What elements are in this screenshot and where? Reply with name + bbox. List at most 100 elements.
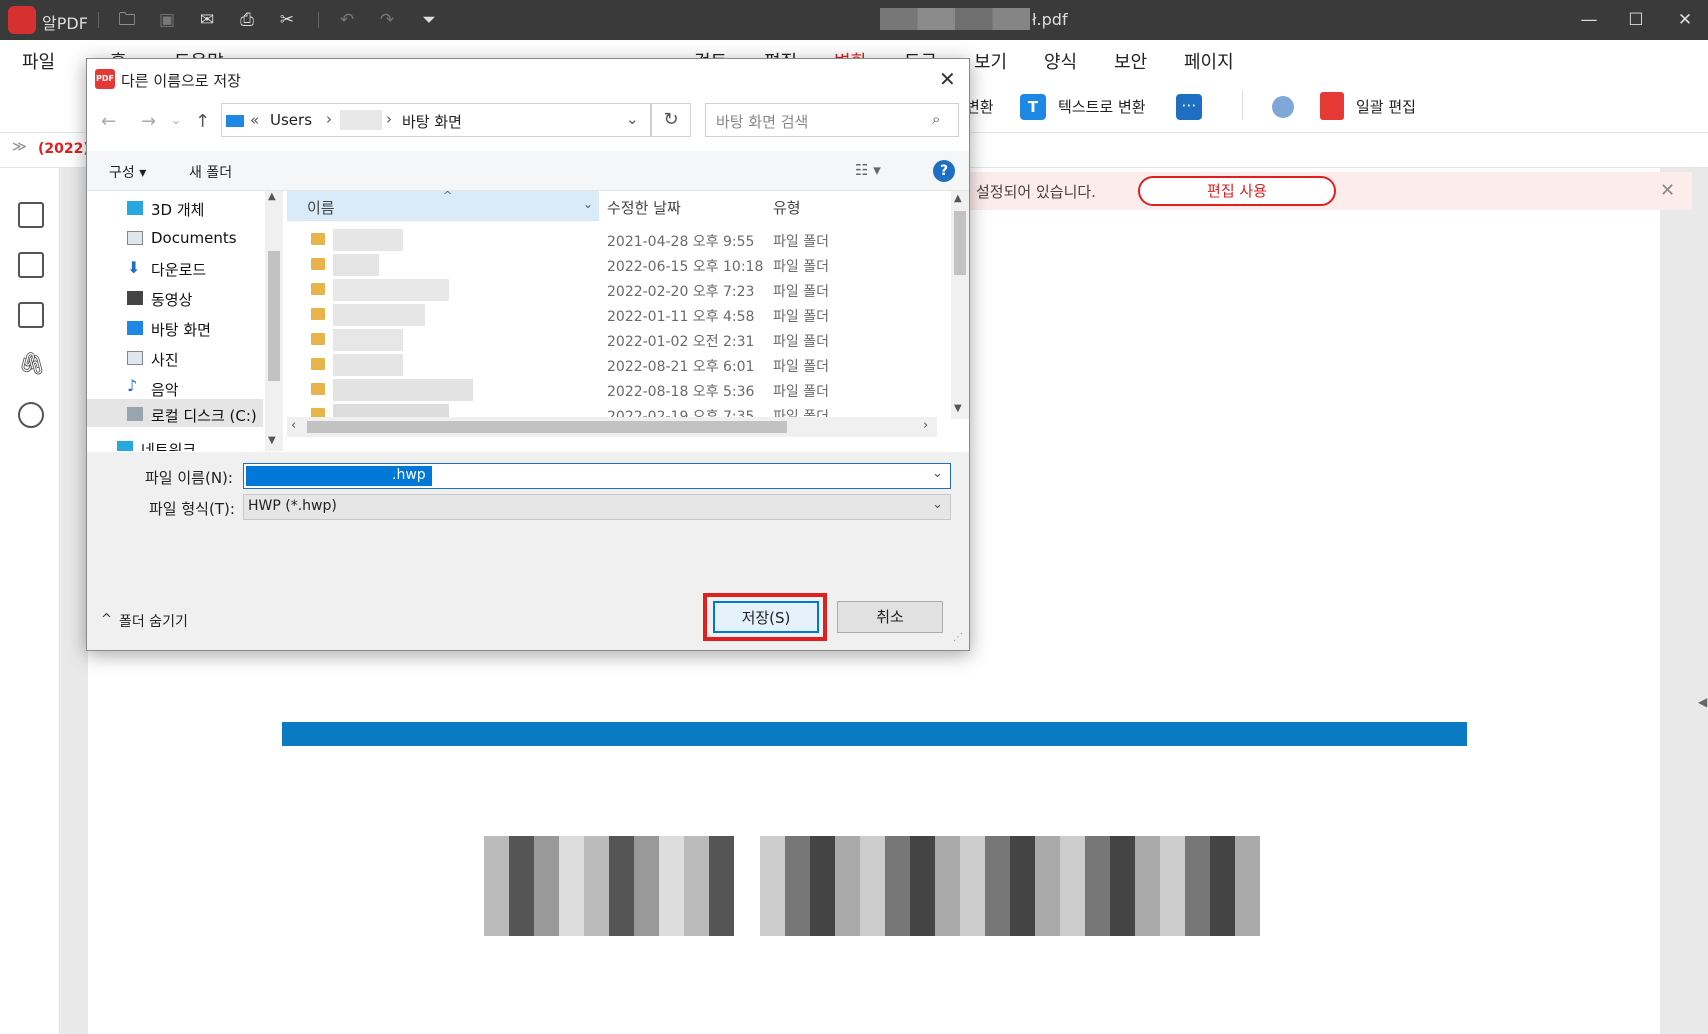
attachment-icon[interactable]: 🖇 — [18, 352, 46, 377]
column-filter-icon[interactable]: ⌄ — [583, 197, 593, 211]
forward-arrow-icon[interactable]: → — [141, 111, 156, 132]
folder-icon — [311, 333, 325, 345]
filetype-dropdown-icon[interactable]: ⌄ — [932, 497, 943, 512]
resize-grip-icon[interactable]: ⋰ — [953, 632, 963, 643]
print-icon[interactable]: ⎙ — [236, 9, 258, 31]
dialog-close-icon[interactable]: ✕ — [939, 67, 956, 91]
view-options-icon[interactable]: ☷ ▾ — [855, 161, 881, 179]
column-header-date[interactable]: 수정한 날짜 — [607, 197, 681, 218]
nav-scrollbar[interactable]: ▲ ▼ — [265, 191, 283, 451]
filename-dropdown-icon[interactable]: ⌄ — [932, 466, 943, 481]
settings-hex-icon[interactable] — [1272, 96, 1294, 118]
open-folder-icon[interactable]: 🗀 — [116, 9, 138, 31]
scroll-down-icon[interactable]: ▼ — [268, 435, 276, 446]
minimize-icon[interactable]: — — [1578, 9, 1600, 31]
file-row[interactable]: 2022-02-19 오후 7:35 파일 폴더 — [287, 402, 947, 418]
up-arrow-icon[interactable]: ↑ — [195, 111, 210, 132]
text-convert-icon[interactable]: T — [1020, 94, 1046, 120]
scroll-up-icon[interactable]: ▲ — [268, 191, 276, 202]
tree-item-pictures[interactable]: 사진 — [151, 349, 179, 370]
document-tab[interactable]: (2022) — [38, 141, 90, 157]
tree-item-network[interactable]: 네트워크 — [141, 439, 196, 451]
folder-icon — [311, 358, 325, 370]
undo-icon[interactable]: ↶ — [336, 9, 358, 31]
local-disk-icon — [127, 407, 143, 421]
file-row[interactable]: 2022-01-02 오전 2:31 파일 폴더 — [287, 327, 947, 354]
tree-item-desktop[interactable]: 바탕 화면 — [151, 319, 211, 340]
new-folder-button[interactable]: 새 폴더 — [189, 162, 232, 182]
menu-file[interactable]: 파일 — [22, 48, 55, 74]
menu-form[interactable]: 양식 — [1044, 48, 1077, 74]
text-convert-button[interactable]: 텍스트로 변환 — [1058, 96, 1146, 117]
breadcrumb-overflow[interactable]: « — [250, 111, 259, 129]
breadcrumb-desktop[interactable]: 바탕 화면 — [402, 111, 462, 132]
save-icon[interactable]: ▣ — [156, 9, 178, 31]
file-row[interactable]: 2022-02-20 오후 7:23 파일 폴더 — [287, 277, 947, 304]
file-date: 2022-01-11 오후 4:58 — [607, 309, 755, 325]
h-scroll-thumb[interactable] — [307, 421, 787, 433]
batch-edit-icon[interactable] — [1320, 92, 1344, 120]
tree-item-music[interactable]: 음악 — [151, 379, 179, 400]
list-scroll-down-icon[interactable]: ▼ — [954, 403, 962, 414]
cancel-button[interactable]: 취소 — [837, 601, 943, 633]
file-row[interactable]: 2022-06-15 오후 10:18 파일 폴더 — [287, 252, 947, 279]
scissors-icon[interactable]: ✂ — [276, 9, 298, 31]
tree-item-3d[interactable]: 3D 개체 — [151, 199, 204, 220]
menu-page[interactable]: 페이지 — [1184, 48, 1234, 74]
mail-icon[interactable]: ✉ — [196, 9, 218, 31]
tree-item-downloads[interactable]: 다운로드 — [151, 259, 206, 280]
redo-icon[interactable]: ↷ — [376, 9, 398, 31]
scroll-left-icon[interactable]: ‹ — [291, 418, 296, 433]
enable-edit-button[interactable]: 편집 사용 — [1138, 176, 1336, 206]
organize-button[interactable]: 구성 ▾ — [109, 162, 146, 182]
address-dropdown-icon[interactable]: ⌄ — [626, 110, 639, 128]
scroll-right-icon[interactable]: › — [923, 418, 928, 433]
help-icon[interactable]: ? — [933, 160, 955, 182]
search-field[interactable]: 바탕 화면 검색 ⌕ — [705, 103, 959, 137]
batch-edit-button[interactable]: 일괄 편집 — [1356, 96, 1416, 117]
tree-item-documents[interactable]: Documents — [151, 229, 237, 247]
menu-security[interactable]: 보안 — [1114, 48, 1147, 74]
filetype-select[interactable]: HWP (*.hwp) ⌄ — [243, 494, 951, 520]
bookmark-icon[interactable] — [18, 252, 44, 278]
save-button[interactable]: 저장(S) — [713, 601, 819, 633]
quick-access-dropdown-icon[interactable]: ⏷ — [418, 9, 440, 31]
more-options-icon[interactable]: ⋯ — [1176, 94, 1202, 120]
filename-input[interactable]: .hwp ⌄ — [243, 463, 951, 489]
search-icon[interactable] — [18, 402, 44, 428]
ribbon-convert-label[interactable]: 변환 — [966, 96, 994, 117]
filetype-label: 파일 형식(T): — [149, 500, 235, 518]
maximize-icon[interactable]: ☐ — [1625, 9, 1647, 31]
list-scroll-thumb[interactable] — [954, 211, 966, 275]
notice-close-icon[interactable]: ✕ — [1660, 180, 1675, 201]
close-window-icon[interactable]: ✕ — [1674, 9, 1696, 31]
thumbnail-panel-icon[interactable] — [18, 202, 44, 228]
column-header-type[interactable]: 유형 — [773, 197, 801, 218]
redacted-name — [333, 279, 449, 301]
address-bar[interactable]: « Users › › 바탕 화면 ⌄ — [221, 103, 651, 137]
right-expand-arrow-icon[interactable]: ◀ — [1698, 695, 1707, 709]
file-row[interactable]: 2022-01-11 오후 4:58 파일 폴더 — [287, 302, 947, 329]
horizontal-scrollbar[interactable]: ‹ › — [287, 417, 937, 437]
file-list-scrollbar[interactable]: ▲ ▼ — [951, 191, 969, 419]
refresh-icon[interactable]: ↻ — [651, 103, 691, 137]
hide-folders-button[interactable]: 폴더 숨기기 — [119, 611, 188, 631]
comment-icon[interactable] — [18, 302, 44, 328]
list-scroll-up-icon[interactable]: ▲ — [954, 193, 962, 204]
breadcrumb-user-redacted[interactable] — [340, 110, 382, 130]
file-row[interactable]: 2022-08-18 오후 5:36 파일 폴더 — [287, 377, 947, 404]
column-header-name[interactable]: 이름 — [307, 197, 335, 218]
back-arrow-icon[interactable]: ← — [101, 111, 116, 132]
nav-scroll-thumb[interactable] — [268, 251, 280, 381]
file-row[interactable]: 2022-08-21 오후 6:01 파일 폴더 — [287, 352, 947, 379]
search-icon[interactable]: ⌕ — [932, 110, 940, 128]
collapse-chevron-icon[interactable]: ≫ — [12, 139, 27, 155]
recent-dropdown-icon[interactable]: ⌄ — [171, 113, 181, 127]
redacted-name — [333, 329, 403, 351]
file-row[interactable]: 2021-04-28 오후 9:55 파일 폴더 — [287, 227, 947, 254]
tree-item-videos[interactable]: 동영상 — [151, 289, 192, 310]
breadcrumb-users[interactable]: Users — [270, 111, 312, 129]
tree-item-local-disk[interactable]: 로컬 디스크 (C:) — [151, 405, 257, 426]
menu-view[interactable]: 보기 — [974, 48, 1007, 74]
chevron-up-icon[interactable]: ^ — [101, 612, 112, 627]
